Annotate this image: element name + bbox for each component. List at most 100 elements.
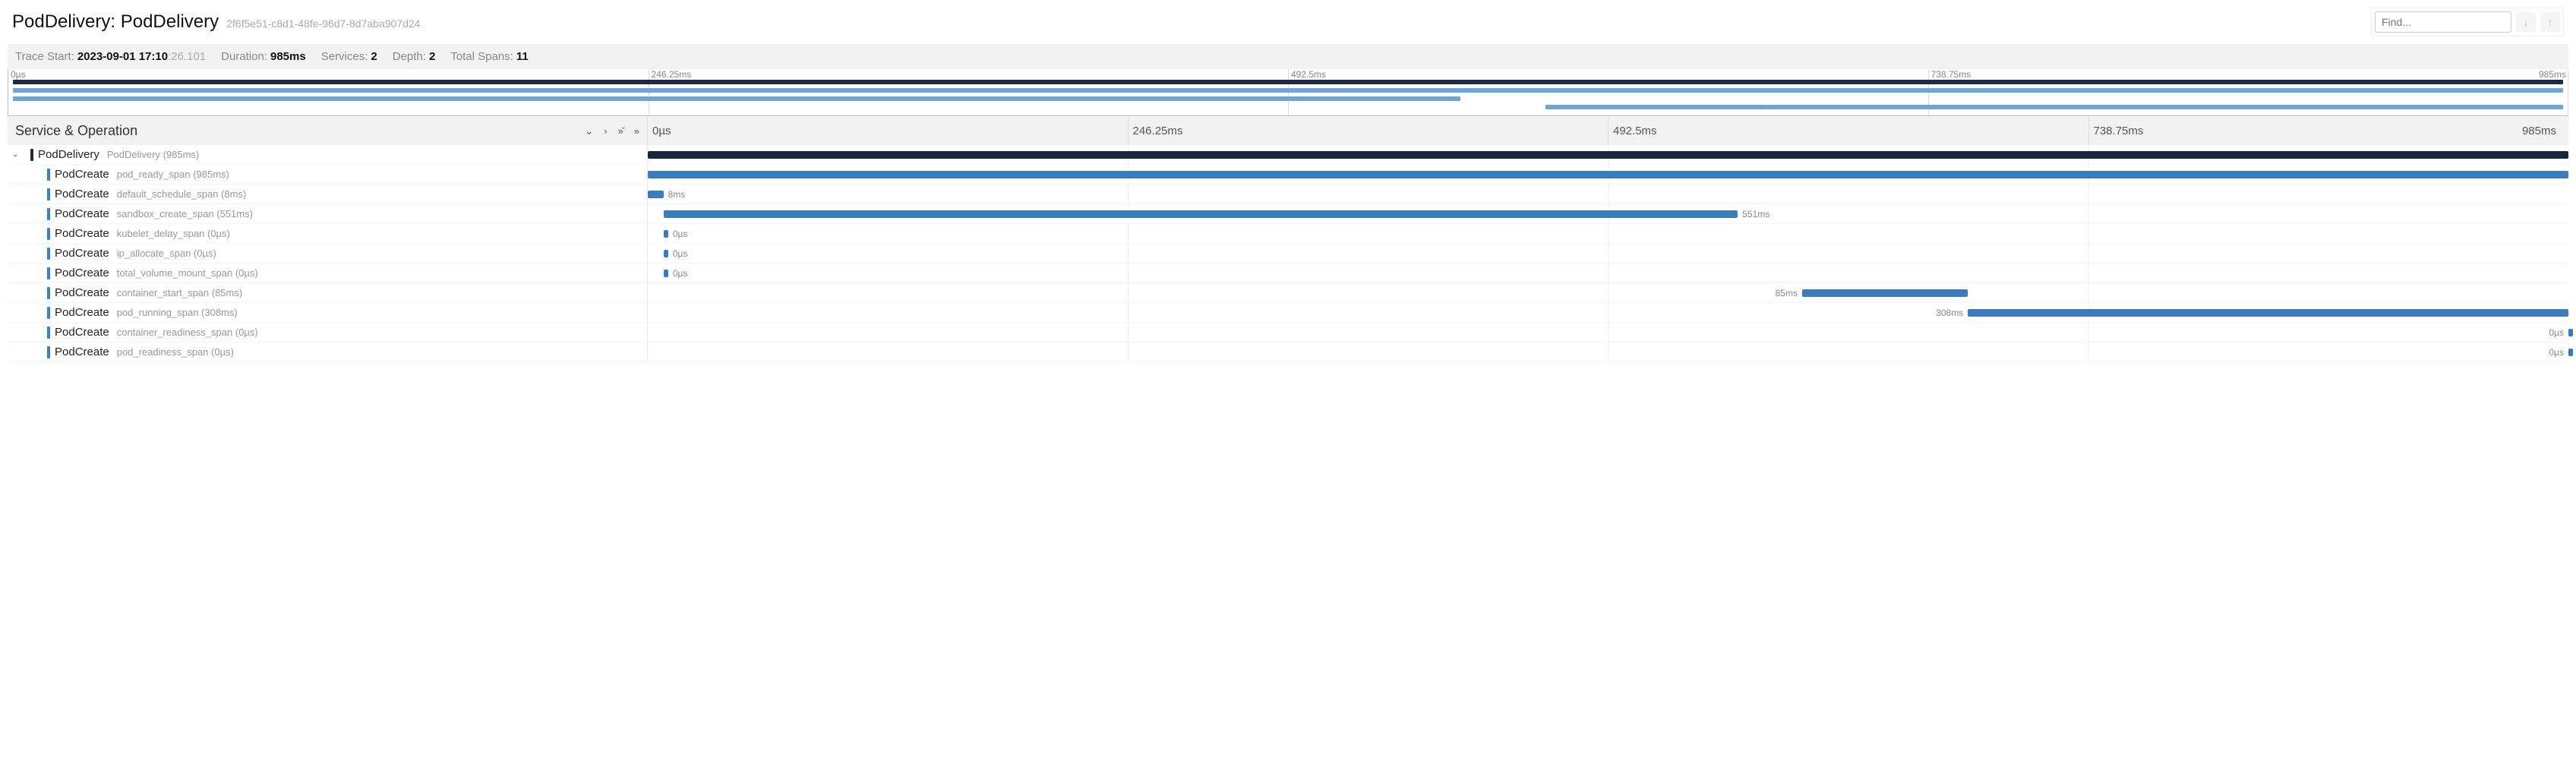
operation-name: kubelet_delay_span (0µs) <box>117 228 230 239</box>
service-name: PodCreate <box>55 306 109 319</box>
span-bar[interactable] <box>2568 329 2573 336</box>
find-next-button[interactable]: ↓ <box>2516 12 2536 32</box>
service-color-tick <box>47 208 50 220</box>
span-row[interactable]: ⌄ PodDelivery PodDelivery (985ms) <box>8 145 2568 165</box>
service-color-tick <box>47 188 50 200</box>
span-bar[interactable] <box>664 250 668 257</box>
span-bar[interactable] <box>1802 289 1968 297</box>
span-row[interactable]: PodCreate pod_ready_span (985ms) <box>8 165 2568 185</box>
span-bar[interactable] <box>2568 349 2573 356</box>
minimap-tick-label: 492.5ms <box>1291 69 1326 80</box>
trace-start-value: 2023-09-01 17:10 <box>77 50 168 63</box>
duration-label: Duration: <box>221 50 267 63</box>
services-value: 2 <box>371 50 377 63</box>
operation-name: PodDelivery (985ms) <box>107 149 199 160</box>
minimap[interactable]: 0µs246.25ms492.5ms738.75ms985ms <box>8 69 2568 116</box>
service-name: PodCreate <box>55 207 109 220</box>
service-color-tick <box>30 149 33 161</box>
service-name: PodCreate <box>55 247 109 260</box>
service-name: PodCreate <box>55 346 109 358</box>
span-bar[interactable] <box>648 151 2568 159</box>
total-spans-value: 11 <box>516 50 529 63</box>
span-duration-label: 8ms <box>668 189 686 200</box>
service-color-tick <box>47 169 50 181</box>
timeline-tick-label: 246.25ms <box>1128 117 1608 145</box>
service-color-tick <box>47 287 50 299</box>
service-name: PodCreate <box>55 286 109 299</box>
minimap-tick-label: 0µs <box>11 69 26 80</box>
span-bar[interactable] <box>664 230 668 238</box>
minimap-tick-label: 738.75ms <box>1931 69 1971 80</box>
span-bar[interactable] <box>664 210 1738 218</box>
collapse-all-icon[interactable]: » <box>634 125 639 137</box>
span-row[interactable]: PodCreatedefault_schedule_span (8ms)8ms <box>8 185 2568 204</box>
columns-header: Service & Operation ⌄ › »̌ » 0µs246.25ms… <box>8 116 2568 145</box>
service-name: PodCreate <box>55 326 109 339</box>
page-title: PodDelivery: PodDelivery <box>12 11 219 33</box>
services-label: Services: <box>321 50 368 63</box>
span-row[interactable]: PodCreatetotal_volume_mount_span (0µs)0µ… <box>8 264 2568 283</box>
span-row[interactable]: PodCreate sandbox_create_span (551ms) 551m… <box>8 204 2568 224</box>
span-duration-label: 0µs <box>673 229 688 239</box>
service-color-tick <box>47 267 50 279</box>
operation-name: sandbox_create_span (551ms) <box>117 208 253 219</box>
service-name: PodCreate <box>55 168 109 181</box>
service-name: PodCreate <box>55 227 109 240</box>
operation-name: pod_readiness_span (0µs) <box>117 346 234 358</box>
minimap-span-bar <box>13 88 2563 93</box>
minimap-span-bar <box>1766 105 2563 109</box>
service-color-tick <box>47 307 50 319</box>
minimap-span-bar <box>1545 105 1766 109</box>
span-row[interactable]: PodCreate pod_readiness_span (0µs) 0µs <box>8 342 2568 362</box>
span-bar[interactable] <box>664 270 668 277</box>
operation-name: pod_ready_span (985ms) <box>117 169 229 180</box>
service-color-tick <box>47 248 50 260</box>
span-row[interactable]: PodCreatepod_running_span (308ms)308ms <box>8 303 2568 323</box>
span-duration-label: 0µs <box>673 268 688 279</box>
span-bar[interactable] <box>648 191 664 198</box>
span-row[interactable]: PodCreate container_readiness_span (0µs) 0… <box>8 323 2568 342</box>
span-duration-label: 0µs <box>2549 347 2564 358</box>
depth-value: 2 <box>429 50 435 63</box>
span-row[interactable]: PodCreate kubelet_delay_span (0µs) 0µs <box>8 224 2568 244</box>
trace-start-ms: :26.101 <box>168 50 206 63</box>
span-duration-label: 0µs <box>2549 327 2564 338</box>
trace-info-strip: Trace Start: 2023-09-01 17:10:26.101 Dur… <box>8 44 2568 69</box>
minimap-span-bar <box>33 96 1460 101</box>
expand-one-icon[interactable]: ⌄ <box>585 125 593 137</box>
service-name: PodCreate <box>55 188 109 200</box>
service-color-tick <box>47 228 50 240</box>
depth-label: Depth: <box>393 50 426 63</box>
span-duration-label: 551ms <box>1742 209 1769 219</box>
span-duration-label: 308ms <box>1936 308 1963 318</box>
operation-name: container_start_span (85ms) <box>117 287 242 298</box>
operation-name: ip_allocate_span (0µs) <box>117 248 216 259</box>
service-color-tick <box>47 346 50 358</box>
collapse-one-icon[interactable]: › <box>604 125 607 137</box>
minimap-tick-label: 985ms <box>2539 69 2566 80</box>
operation-name: total_volume_mount_span (0µs) <box>117 267 258 279</box>
service-color-tick <box>47 327 50 339</box>
expand-caret-icon[interactable]: ⌄ <box>12 150 21 159</box>
minimap-span-bar <box>13 80 2563 84</box>
trace-id: 2f6f5e51-c8d1-48fe-96d7-8d7aba907d24 <box>226 17 420 30</box>
service-operation-header: Service & Operation <box>15 123 137 139</box>
find-prev-button[interactable]: ↑ <box>2540 12 2560 32</box>
span-bar[interactable] <box>648 171 2568 178</box>
timeline-tick-label: 0µs <box>648 117 1128 145</box>
operation-name: container_readiness_span (0µs) <box>117 327 258 338</box>
duration-value: 985ms <box>270 50 306 63</box>
service-name: PodDelivery <box>38 148 99 161</box>
span-bar[interactable] <box>1968 309 2568 317</box>
timeline-tick-label: 985ms <box>2518 117 2562 145</box>
total-spans-label: Total Spans: <box>450 50 513 63</box>
trace-header: PodDelivery: PodDelivery 2f6f5e51-c8d1-4… <box>8 5 2568 44</box>
span-row[interactable]: PodCreatecontainer_start_span (85ms)85ms <box>8 283 2568 303</box>
trace-start-label: Trace Start: <box>15 50 74 63</box>
find-group: ↓ ↑ <box>2371 8 2564 36</box>
span-row[interactable]: PodCreate ip_allocate_span (0µs) 0µs <box>8 244 2568 264</box>
span-duration-label: 0µs <box>673 248 688 259</box>
expand-all-icon[interactable]: »̌ <box>618 125 623 137</box>
find-input[interactable] <box>2375 11 2511 33</box>
timeline-tick-label: 738.75ms <box>2088 117 2569 145</box>
